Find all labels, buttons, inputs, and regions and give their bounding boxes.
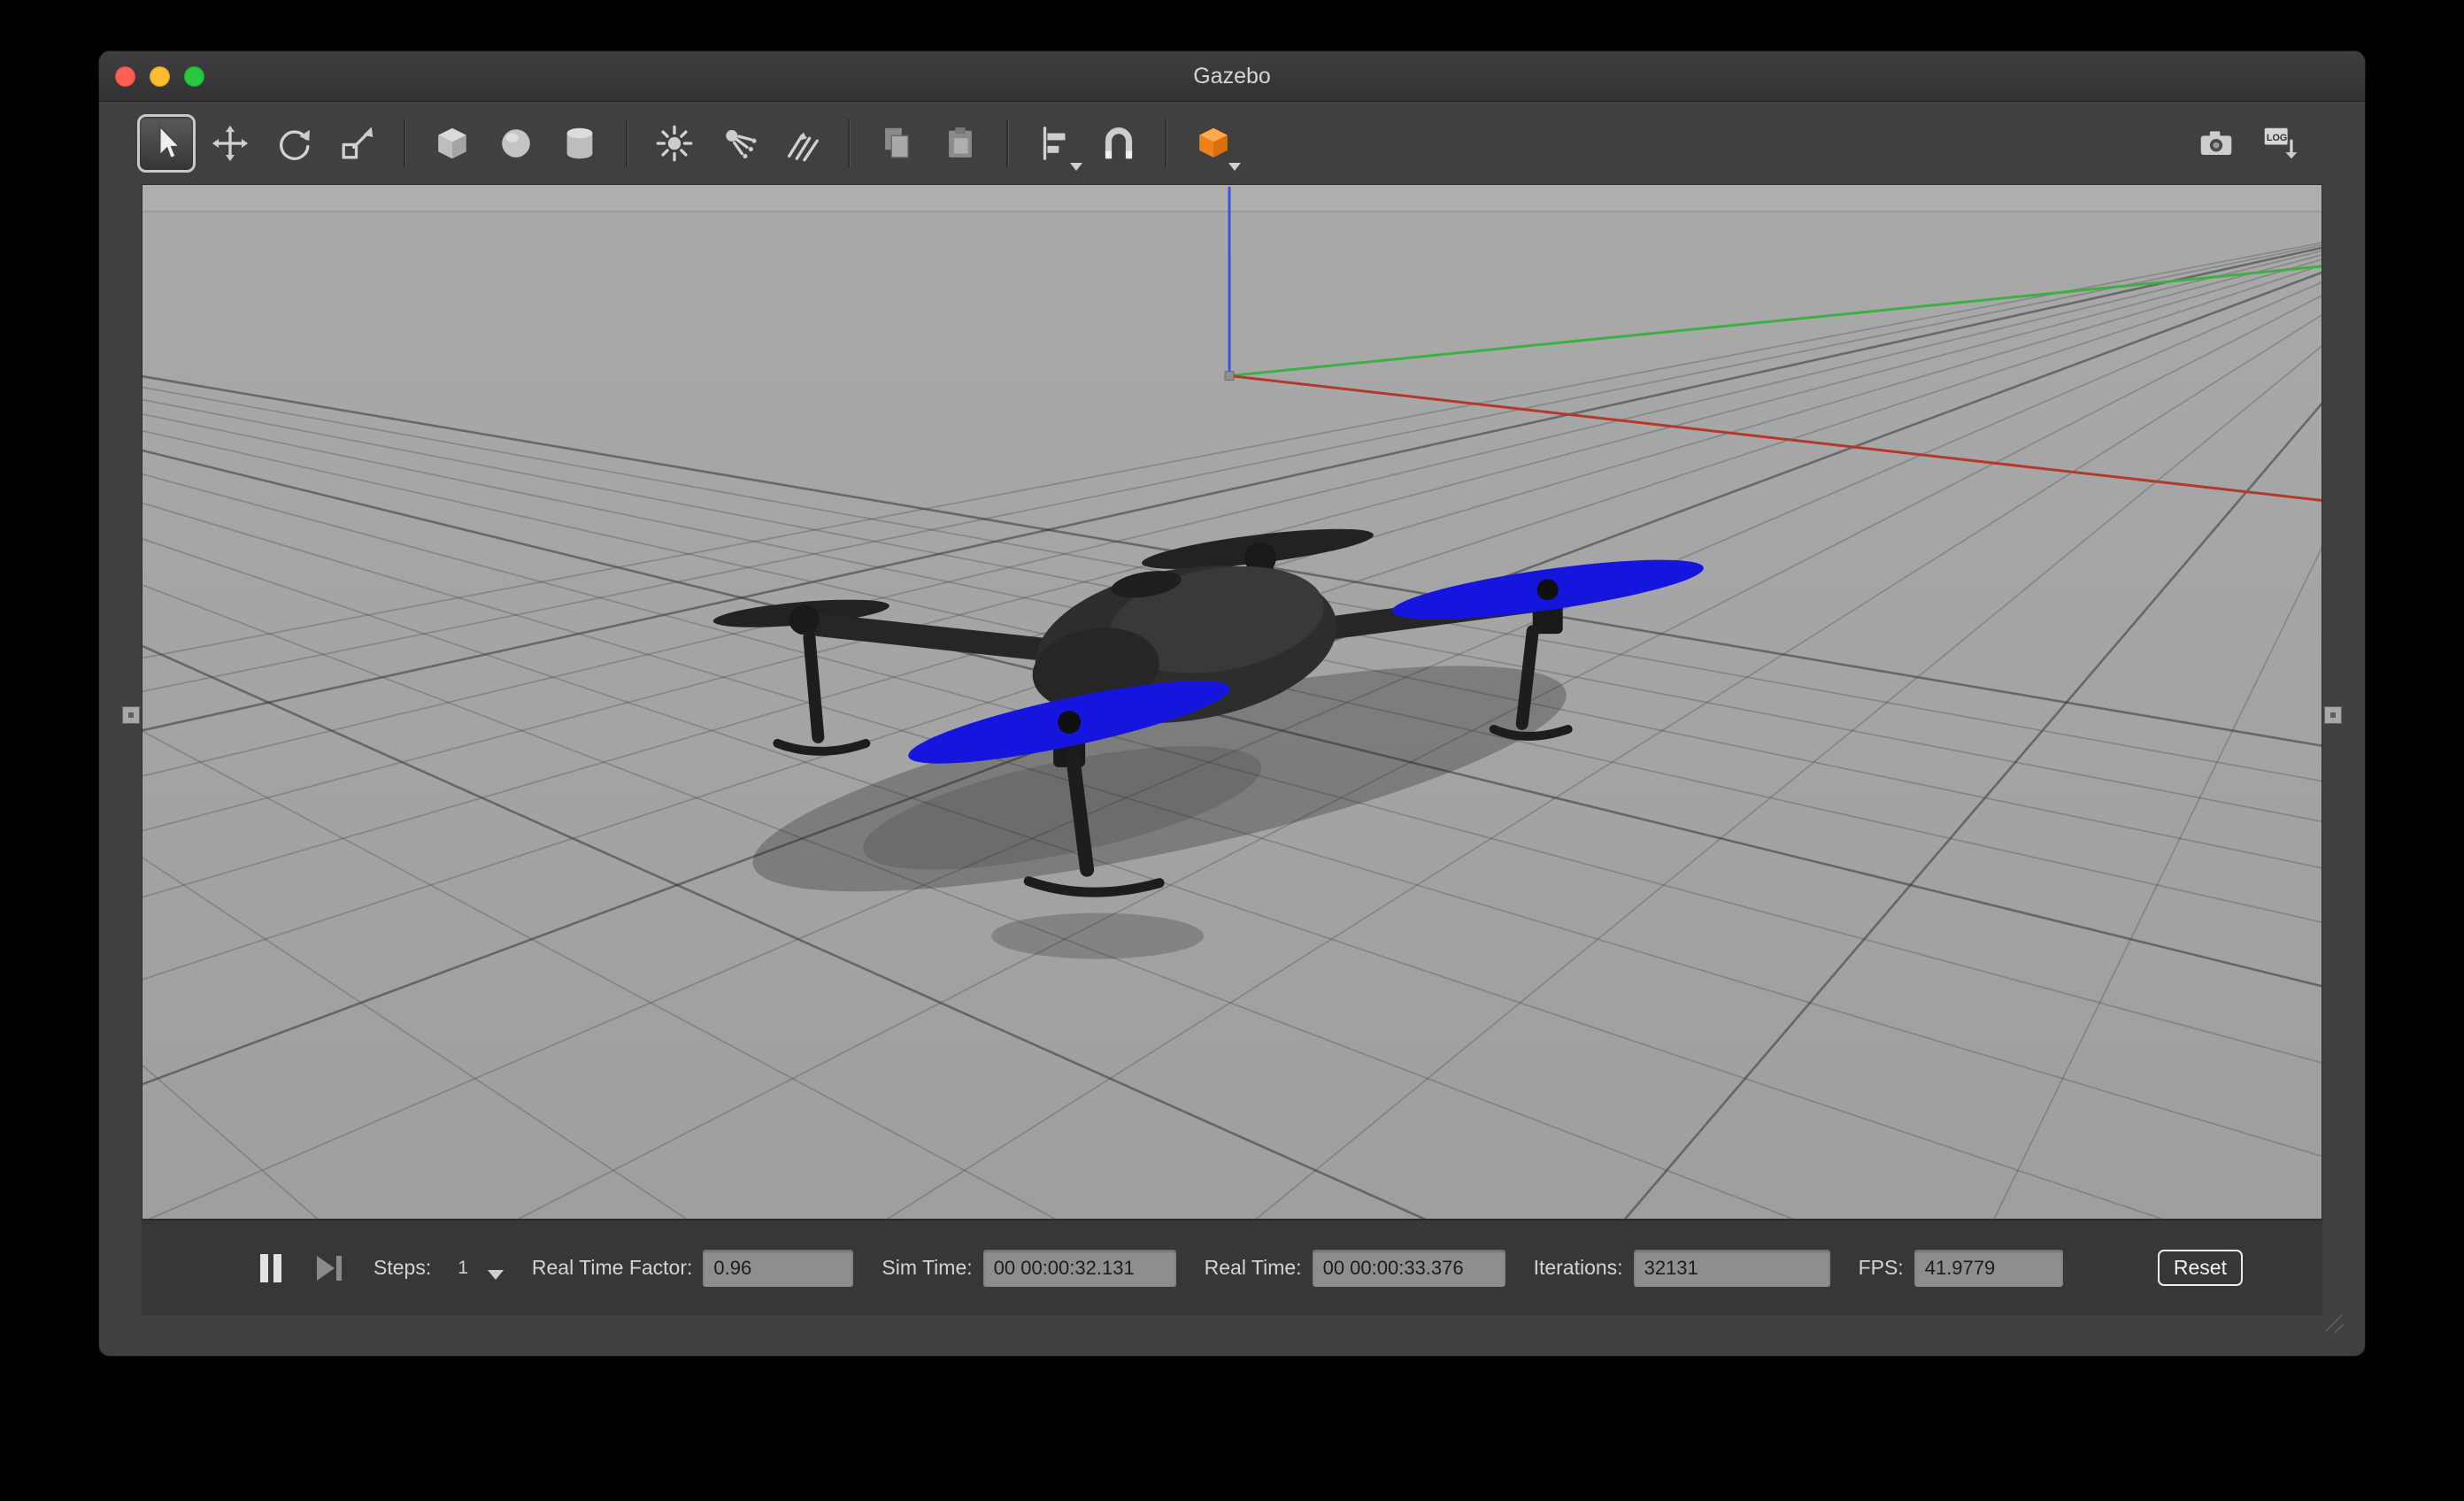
zoom-button[interactable] <box>184 66 204 87</box>
gazebo-window: Gazebo <box>99 51 2365 1356</box>
fps-group: FPS: 41.9779 <box>1859 1250 2063 1287</box>
view-angle-button[interactable] <box>1184 114 1243 173</box>
sim-time-group: Sim Time: 00 00:00:32.131 <box>882 1250 1175 1287</box>
iterations-group: Iterations: 32131 <box>1534 1250 1830 1287</box>
steps-label: Steps: <box>373 1256 431 1280</box>
sim-time-field[interactable]: 00 00:00:32.131 <box>983 1250 1176 1287</box>
log-icon-text: LOG <box>2267 132 2287 142</box>
spotlight-icon <box>718 123 758 164</box>
left-splitter-handle[interactable] <box>122 706 140 724</box>
insert-box-button[interactable] <box>423 114 481 173</box>
real-time-group: Real Time: 00 00:00:33.376 <box>1205 1250 1505 1287</box>
titlebar[interactable]: Gazebo <box>99 51 2365 102</box>
chevron-down-icon[interactable] <box>488 1270 504 1280</box>
real-time-factor-group: Real Time Factor: 0.96 <box>532 1250 854 1287</box>
simulation-statusbar: Steps: 1 Real Time Factor: 0.96 Sim Time… <box>142 1220 2322 1315</box>
traffic-lights <box>115 51 204 101</box>
steps-control: Steps: 1 <box>373 1256 504 1280</box>
pause-icon <box>257 1252 285 1284</box>
sim-time-label: Sim Time: <box>882 1256 972 1280</box>
pause-button[interactable] <box>257 1252 285 1284</box>
desktop: { "window": { "title": "Gazebo" }, "titl… <box>0 0 2464 1501</box>
chevron-down-icon <box>1070 163 1082 171</box>
3d-scene <box>142 185 2322 1219</box>
align-icon <box>1035 123 1075 164</box>
log-record-button[interactable]: LOG <box>2251 114 2309 173</box>
log-save-icon: LOG <box>2260 123 2300 164</box>
cursor-arrow-icon <box>146 123 187 164</box>
iterations-field[interactable]: 32131 <box>1634 1250 1830 1287</box>
copy-icon <box>876 123 917 164</box>
scale-arrow-icon <box>337 123 378 164</box>
sphere-icon <box>496 123 536 164</box>
directional-rays-icon <box>782 123 822 164</box>
steps-value[interactable]: 1 <box>458 1258 468 1279</box>
chevron-down-icon <box>1228 163 1241 171</box>
window-resize-grip[interactable] <box>2322 1312 2345 1335</box>
origin-marker <box>1225 372 1234 381</box>
step-button[interactable] <box>313 1254 345 1282</box>
window-title: Gazebo <box>99 64 2365 89</box>
close-button[interactable] <box>115 66 135 87</box>
translate-tool-button[interactable] <box>201 114 259 173</box>
point-light-button[interactable] <box>645 114 704 173</box>
render-viewport[interactable] <box>142 184 2322 1220</box>
toolbar-separator <box>1165 119 1167 167</box>
toolbar-right-group: LOG <box>2184 114 2312 173</box>
toolbar-separator <box>404 119 406 167</box>
step-forward-icon <box>313 1254 345 1282</box>
snap-tool-button[interactable] <box>1090 114 1148 173</box>
iterations-label: Iterations: <box>1534 1256 1623 1280</box>
move-arrows-icon <box>210 123 250 164</box>
sun-icon <box>654 123 695 164</box>
main-toolbar: LOG <box>99 102 2365 184</box>
toolbar-separator <box>626 119 628 167</box>
minimize-button[interactable] <box>150 66 170 87</box>
insert-sphere-button[interactable] <box>487 114 545 173</box>
toolbar-separator <box>1006 119 1009 167</box>
camera-icon <box>2196 123 2237 164</box>
sky <box>142 185 2322 213</box>
spot-light-button[interactable] <box>709 114 767 173</box>
paste-icon <box>940 123 981 164</box>
cube-icon <box>432 123 473 164</box>
rotate-arrows-icon <box>273 123 314 164</box>
orange-cube-icon <box>1193 123 1234 164</box>
fps-field[interactable]: 41.9779 <box>1914 1250 2063 1287</box>
screenshot-button[interactable] <box>2187 114 2245 173</box>
reset-button[interactable]: Reset <box>2158 1250 2243 1286</box>
align-tool-button[interactable] <box>1026 114 1084 173</box>
real-time-field[interactable]: 00 00:00:33.376 <box>1313 1250 1505 1287</box>
leg-shadow <box>991 913 1204 959</box>
fps-label: FPS: <box>1859 1256 1904 1280</box>
paste-button[interactable] <box>931 114 989 173</box>
right-splitter-handle[interactable] <box>2324 706 2342 724</box>
real-time-factor-field[interactable]: 0.96 <box>703 1250 853 1287</box>
toolbar-separator <box>848 119 851 167</box>
select-tool-button[interactable] <box>137 114 196 173</box>
magnet-icon <box>1098 123 1139 164</box>
scale-tool-button[interactable] <box>328 114 387 173</box>
copy-button[interactable] <box>867 114 926 173</box>
real-time-label: Real Time: <box>1205 1256 1302 1280</box>
insert-cylinder-button[interactable] <box>551 114 609 173</box>
real-time-factor-label: Real Time Factor: <box>532 1256 693 1280</box>
cylinder-icon <box>559 123 600 164</box>
rotate-tool-button[interactable] <box>265 114 323 173</box>
directional-light-button[interactable] <box>773 114 831 173</box>
